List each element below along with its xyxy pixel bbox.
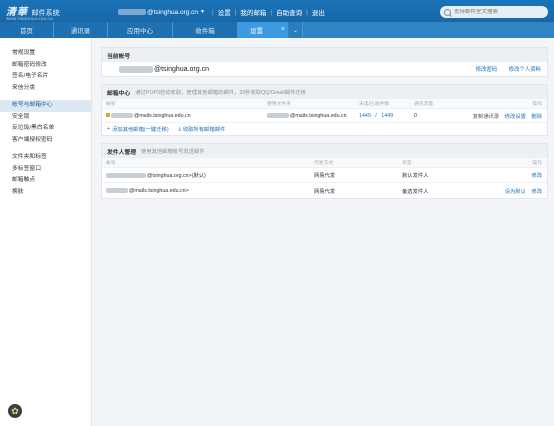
sidebar-item-client-password[interactable]: 客户端授权密码 xyxy=(0,135,91,147)
tab-app-center[interactable]: 应用中心 xyxy=(108,22,173,38)
top-bar: 清華 邮件系统 WWW.TSINGHUA.EDU.CN @tsinghua.or… xyxy=(0,0,554,22)
col-traffic: 通讯流量 xyxy=(414,102,434,107)
table-header: 帐号 使用文件夹 未读/已收件数 通讯流量 操作 xyxy=(102,99,547,109)
change-password-link[interactable]: 修改密码 xyxy=(476,67,498,73)
tab-label: 首页 xyxy=(20,28,33,35)
edit-link[interactable]: 修改 xyxy=(531,189,542,195)
table-row: @mails.tsinghua.edu.cn @mails.tsinghua.e… xyxy=(102,109,547,123)
gear-icon[interactable]: ✿ xyxy=(8,404,22,418)
main-content: 当前帐号 @tsinghua.org.cn 修改密码 修改个人资料 邮箱中心 通… xyxy=(101,47,548,206)
mailbox-folder: @mails.tsinghua.edu.cn xyxy=(267,113,347,119)
edit-profile-link[interactable]: 修改个人资料 xyxy=(509,67,541,73)
tab-settings[interactable]: 设置 × xyxy=(238,22,288,38)
col-method: 代发方式 xyxy=(314,161,334,166)
tab-more-chevron-down-icon[interactable]: ⌄ xyxy=(289,22,303,38)
col-unread: 未读/已收件数 xyxy=(359,102,390,107)
tab-label: 设置 xyxy=(250,28,263,35)
sender-status: 默认发件人 xyxy=(402,173,429,179)
sidebar-item-multi-tab[interactable]: 多标签窗口 xyxy=(0,164,91,176)
receive-all-link[interactable]: 收取所有邮箱邮件 xyxy=(183,125,225,133)
row-actions: 设为默认 修改 xyxy=(505,187,542,195)
sender-panel: 发件人管理 使用其他邮箱帐号发送邮件 帐号 代发方式 状态 操作 @tsingh… xyxy=(101,143,548,199)
tab-contacts[interactable]: 通讯录 xyxy=(54,22,108,38)
sidebar-item-mail-filter[interactable]: 来信分类 xyxy=(0,83,91,95)
add-mailbox-link[interactable]: 添加其他邮箱(一键迁移) xyxy=(112,125,169,133)
set-default-link[interactable]: 设为默认 xyxy=(505,189,526,195)
logo[interactable]: 清華 邮件系统 WWW.TSINGHUA.EDU.CN xyxy=(6,3,60,21)
total-link[interactable]: 1449 xyxy=(381,113,393,119)
settings-sidebar: 常规设置 邮箱密码修改 签名/电子名片 来信分类 帐号与邮箱中心 安全锁 反垃圾… xyxy=(0,38,92,426)
sidebar-item-signature[interactable]: 签名/电子名片 xyxy=(0,71,91,83)
user-menu: @tsinghua.org.cn ▼ | 设置 | 我的邮箱 | 自助查询 | … xyxy=(118,7,325,17)
sidebar-item-touchpoint[interactable]: 邮箱触点 xyxy=(0,175,91,187)
close-icon[interactable]: × xyxy=(281,26,285,33)
sidebar-item-skin[interactable]: 换肤 xyxy=(0,187,91,199)
sender-status: 备选发件人 xyxy=(402,188,429,195)
search-icon[interactable] xyxy=(444,8,451,16)
unread-link[interactable]: 1449 xyxy=(359,113,371,119)
tab-home[interactable]: 首页 xyxy=(0,22,54,38)
row-actions: 修改 xyxy=(531,171,542,179)
sidebar-item-password[interactable]: 邮箱密码修改 xyxy=(0,60,91,72)
mailbox-account: @mails.tsinghua.edu.cn xyxy=(106,113,191,119)
sidebar-item-account-center[interactable]: 帐号与邮箱中心 xyxy=(0,100,91,112)
tab-label: 通讯录 xyxy=(70,28,91,35)
search-input[interactable] xyxy=(454,9,544,15)
col-folder: 使用文件夹 xyxy=(267,102,291,107)
sidebar-item-security-lock[interactable]: 安全锁 xyxy=(0,112,91,124)
tab-inbox[interactable]: 收件箱 xyxy=(173,22,238,38)
panel-header: 发件人管理 使用其他邮箱帐号发送邮件 xyxy=(102,144,547,158)
edit-link[interactable]: 修改 xyxy=(531,173,542,179)
mail-center-panel: 邮箱中心 通过POP3自动收取，管理其他邮箱的邮件，20秒收取QQ/Gmail邮… xyxy=(101,84,548,136)
folder-icon xyxy=(106,113,110,118)
tab-label: 收件箱 xyxy=(195,28,215,35)
panel-title: 邮箱中心 xyxy=(107,90,131,97)
table-row: @mails.tsinghua.edu.cn> 网易代发 备选发件人 设为默认 … xyxy=(102,183,547,198)
copy-contacts-link[interactable]: 复制通讯录 xyxy=(473,114,500,120)
user-domain[interactable]: @tsinghua.org.cn xyxy=(147,9,198,16)
sender-account: @mails.tsinghua.edu.cn> xyxy=(106,188,189,194)
col-account: 帐号 xyxy=(106,161,116,166)
settings-link[interactable]: 设置 xyxy=(218,7,231,17)
panel-title: 当前帐号 xyxy=(102,48,547,62)
mail-center-actions: + 添加其他邮箱(一键迁移) ⤓ 收取所有邮箱邮件 xyxy=(102,123,547,135)
plus-icon[interactable]: + xyxy=(107,126,110,132)
panel-header: 邮箱中心 通过POP3自动收取，管理其他邮箱的邮件，20秒收取QQ/Gmail邮… xyxy=(102,85,547,99)
tab-bar: 首页 通讯录 应用中心 收件箱 设置 × ⌄ xyxy=(0,22,554,38)
current-account-panel: 当前帐号 @tsinghua.org.cn 修改密码 修改个人资料 xyxy=(101,47,548,77)
sidebar-item-general[interactable]: 常规设置 xyxy=(0,48,91,60)
download-icon[interactable]: ⤓ xyxy=(179,126,181,133)
tab-label: 应用中心 xyxy=(127,28,153,35)
search-box[interactable] xyxy=(440,6,548,18)
sender-account: @tsinghua.org.cn>(默认) xyxy=(106,171,206,179)
sidebar-item-folders[interactable]: 文件夹和标签 xyxy=(0,152,91,164)
logo-mark: 清華 xyxy=(6,7,28,18)
panel-description: 通过POP3自动收取，管理其他邮箱的邮件，20秒收取QQ/Gmail邮件迁移 xyxy=(135,90,306,96)
col-actions: 操作 xyxy=(532,102,542,107)
blurred-username xyxy=(118,9,146,15)
row-actions: 复制通讯录 修改设置 删除 xyxy=(473,112,542,120)
logo-subtitle: WWW.TSINGHUA.EDU.CN xyxy=(6,17,53,21)
self-service-link[interactable]: 自助查询 xyxy=(276,7,302,17)
traffic-value: 0 xyxy=(414,112,417,119)
panel-description: 使用其他邮箱帐号发送邮件 xyxy=(141,149,205,155)
col-status: 状态 xyxy=(402,161,412,166)
panel-title: 发件人管理 xyxy=(107,149,136,156)
my-mailbox-link[interactable]: 我的邮箱 xyxy=(240,7,266,17)
table-row: @tsinghua.org.cn>(默认) 网易代发 默认发件人 修改 xyxy=(102,168,547,183)
sender-method: 网易代发 xyxy=(314,173,336,179)
logout-link[interactable]: 退出 xyxy=(312,7,325,17)
sidebar-item-antispam[interactable]: 反垃圾/黑白名单 xyxy=(0,123,91,135)
unread-count: 1449 / 1449 xyxy=(359,112,394,119)
account-domain: @tsinghua.org.cn xyxy=(154,65,209,73)
edit-settings-link[interactable]: 修改设置 xyxy=(505,114,526,120)
col-account: 帐号 xyxy=(106,102,116,107)
table-header: 帐号 代发方式 状态 操作 xyxy=(102,158,547,168)
sender-method: 网易代发 xyxy=(314,188,336,195)
current-account-row: @tsinghua.org.cn 修改密码 修改个人资料 xyxy=(102,62,547,76)
col-actions: 操作 xyxy=(532,161,542,166)
blurred-username xyxy=(119,65,153,73)
delete-link[interactable]: 删除 xyxy=(531,114,542,120)
chevron-down-icon[interactable]: ▼ xyxy=(200,9,205,15)
